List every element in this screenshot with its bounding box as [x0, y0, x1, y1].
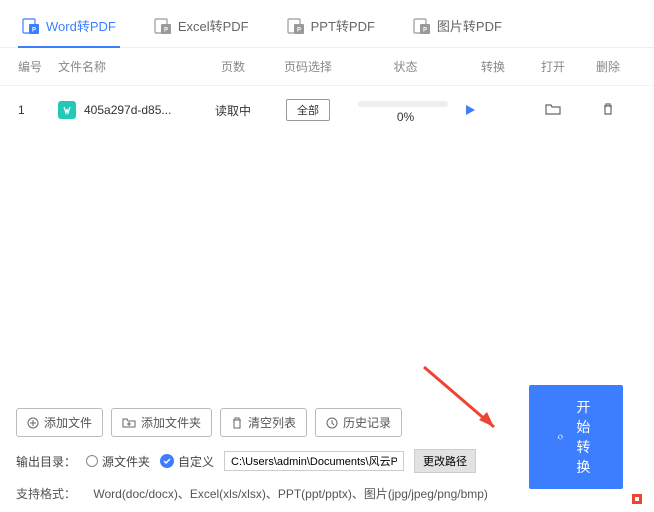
tab-label: 图片转PDF	[437, 16, 502, 35]
add-folder-button[interactable]: 添加文件夹	[111, 408, 212, 437]
col-sel: 页码选择	[268, 58, 348, 75]
tab-label: PPT转PDF	[311, 16, 375, 35]
col-num: 编号	[18, 58, 58, 75]
start-convert-button[interactable]: 开始转换	[529, 385, 623, 489]
clock-icon	[326, 417, 338, 429]
convert-play-button[interactable]	[463, 103, 523, 117]
table-row: 1 405a297d-d85... 读取中 全部 0%	[0, 86, 654, 134]
tab-label: Word转PDF	[46, 16, 116, 35]
table-header: 编号 文件名称 页数 页码选择 状态 转换 打开 删除	[0, 48, 654, 86]
plus-circle-icon	[27, 417, 39, 429]
word-pdf-icon: P	[22, 17, 40, 35]
formats-label: 支持格式：	[16, 487, 76, 501]
col-open: 打开	[523, 58, 583, 75]
add-file-button[interactable]: 添加文件	[16, 408, 103, 437]
svg-text:P: P	[423, 27, 427, 33]
col-convert: 转换	[463, 58, 523, 75]
history-button[interactable]: 历史记录	[315, 408, 402, 437]
progress-bar	[358, 101, 448, 107]
output-path-input[interactable]	[224, 451, 404, 471]
col-pages: 页数	[198, 58, 268, 75]
file-type-icon	[58, 101, 76, 119]
delete-button[interactable]	[601, 102, 615, 116]
tab-ppt-to-pdf[interactable]: P PPT转PDF	[283, 10, 379, 47]
file-name: 405a297d-d85...	[84, 103, 171, 117]
page-select-chip[interactable]: 全部	[286, 99, 330, 121]
tab-image-to-pdf[interactable]: P 图片转PDF	[409, 10, 506, 47]
pages-reading: 读取中	[198, 102, 268, 119]
svg-text:P: P	[297, 27, 301, 33]
start-button-highlight: 开始转换	[632, 494, 642, 504]
status-cell: 0%	[348, 96, 463, 124]
radio-unchecked-icon	[86, 455, 98, 467]
image-pdf-icon: P	[413, 17, 431, 35]
open-folder-button[interactable]	[545, 102, 561, 116]
formats-text: Word(doc/docx)、Excel(xls/xlsx)、PPT(ppt/p…	[93, 487, 488, 501]
col-name: 文件名称	[58, 58, 198, 75]
radio-source-folder[interactable]: 源文件夹	[86, 453, 150, 470]
trash-icon	[231, 417, 243, 429]
change-path-button[interactable]: 更改路径	[414, 449, 476, 473]
progress-pct: 0%	[397, 110, 414, 124]
radio-custom[interactable]: 自定义	[160, 453, 214, 470]
output-label: 输出目录：	[16, 453, 76, 470]
col-delete: 删除	[583, 58, 633, 75]
folder-plus-icon	[122, 417, 136, 429]
col-status: 状态	[348, 58, 463, 75]
ppt-pdf-icon: P	[287, 17, 305, 35]
tab-word-to-pdf[interactable]: P Word转PDF	[18, 10, 120, 47]
radio-checked-icon	[160, 454, 174, 468]
tab-label: Excel转PDF	[178, 16, 249, 35]
row-num: 1	[18, 103, 58, 117]
clear-list-button[interactable]: 清空列表	[220, 408, 307, 437]
tab-excel-to-pdf[interactable]: P Excel转PDF	[150, 10, 253, 47]
svg-text:P: P	[32, 27, 36, 33]
conversion-tabs: P Word转PDF P Excel转PDF P PPT转PDF P 图片转PD…	[0, 0, 654, 48]
svg-text:P: P	[164, 27, 168, 33]
excel-pdf-icon: P	[154, 17, 172, 35]
refresh-icon	[557, 429, 564, 445]
